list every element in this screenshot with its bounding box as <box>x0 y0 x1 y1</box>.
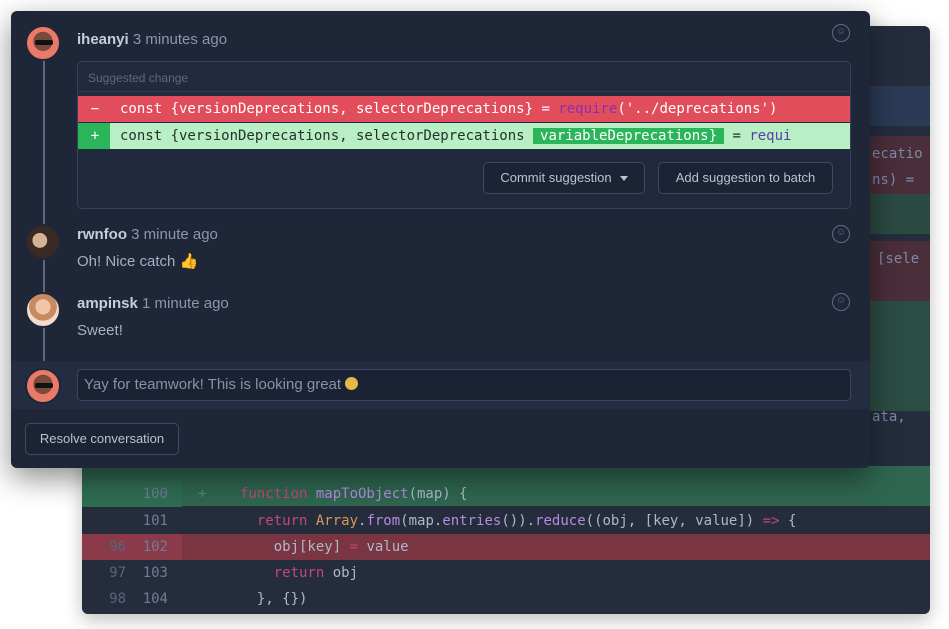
avatar-ampinsk[interactable] <box>25 292 61 328</box>
smiley-icon[interactable]: ☺ <box>832 24 850 42</box>
diff-minus-sign: − <box>90 101 100 117</box>
code-text: }, {}) <box>240 591 308 607</box>
comment-header: iheanyi 3 minutes ago <box>77 31 227 48</box>
comment-author[interactable]: iheanyi <box>77 31 129 48</box>
code-line: 101 return Array.from(map.entries()).red… <box>82 508 930 534</box>
commit-suggestion-button[interactable]: Commit suggestion <box>483 162 645 194</box>
avatar-current-user <box>25 368 61 404</box>
comment-timestamp[interactable]: 3 minutes ago <box>133 31 227 48</box>
suggested-change-header: Suggested change <box>78 62 850 92</box>
suggestion-deleted-line: − const {versionDeprecations, selectorDe… <box>78 96 850 122</box>
code-text: return Array.from(map.entries()).reduce(… <box>240 513 797 529</box>
smiley-icon[interactable]: ☺ <box>832 225 850 243</box>
new-line-number: 100 <box>142 486 168 502</box>
grin-emoji-icon <box>345 377 359 390</box>
smiley-icon[interactable]: ☺ <box>832 293 850 311</box>
code-fragment: ecatio <box>872 146 923 162</box>
comment-header: ampinsk 1 minute ago <box>77 295 229 312</box>
diff-mark: + <box>198 486 207 502</box>
added-code: const {versionDeprecations, selectorDepr… <box>120 128 792 144</box>
new-line-number: 102 <box>142 539 168 555</box>
comment-author[interactable]: ampinsk <box>77 295 138 312</box>
code-fragment: ns) = <box>872 172 915 188</box>
code-fragment: ata, <box>872 409 906 425</box>
old-line-number: 97 <box>109 565 126 581</box>
reply-input[interactable]: Yay for teamwork! This is looking great <box>77 369 851 401</box>
review-conversation-card: iheanyi 3 minutes ago ☺ Suggested change… <box>11 11 870 468</box>
comment-author[interactable]: rwnfoo <box>77 226 127 243</box>
comment-body: Oh! Nice catch 👍 <box>77 253 199 270</box>
old-line-number: 96 <box>109 539 126 555</box>
code-line: 98 104 }, {}) <box>82 586 930 612</box>
new-line-number: 103 <box>142 565 168 581</box>
deleted-code: const {versionDeprecations, selectorDepr… <box>120 101 778 117</box>
code-fragment: [sele <box>877 251 920 267</box>
new-line-number: 101 <box>142 513 168 529</box>
resolve-conversation-button[interactable]: Resolve conversation <box>25 423 179 455</box>
comment-body: Sweet! <box>77 322 123 339</box>
new-line-number: 104 <box>142 591 168 607</box>
comment-timestamp[interactable]: 3 minute ago <box>131 226 218 243</box>
code-line: 97 103 return obj <box>82 560 930 586</box>
avatar-iheanyi[interactable] <box>25 25 61 61</box>
diff-plus-sign: + <box>90 128 100 144</box>
code-text: function mapToObject(map) { <box>240 486 468 502</box>
suggestion-added-line: + const {versionDeprecations, selectorDe… <box>78 123 850 149</box>
avatar-rwnfoo[interactable] <box>25 224 61 260</box>
code-text: return obj <box>240 565 359 581</box>
old-line-number: 98 <box>109 591 126 607</box>
code-text: obj[key] = value <box>240 539 409 555</box>
suggested-change-box: Suggested change − const {versionDepreca… <box>77 61 851 209</box>
add-suggestion-to-batch-button[interactable]: Add suggestion to batch <box>658 162 833 194</box>
code-line: 100 + function mapToObject(map) { <box>82 481 930 507</box>
comment-timestamp[interactable]: 1 minute ago <box>142 295 229 312</box>
comment-header: rwnfoo 3 minute ago <box>77 226 218 243</box>
caret-down-icon <box>619 176 628 182</box>
code-line: 96 102 obj[key] = value <box>82 534 930 560</box>
